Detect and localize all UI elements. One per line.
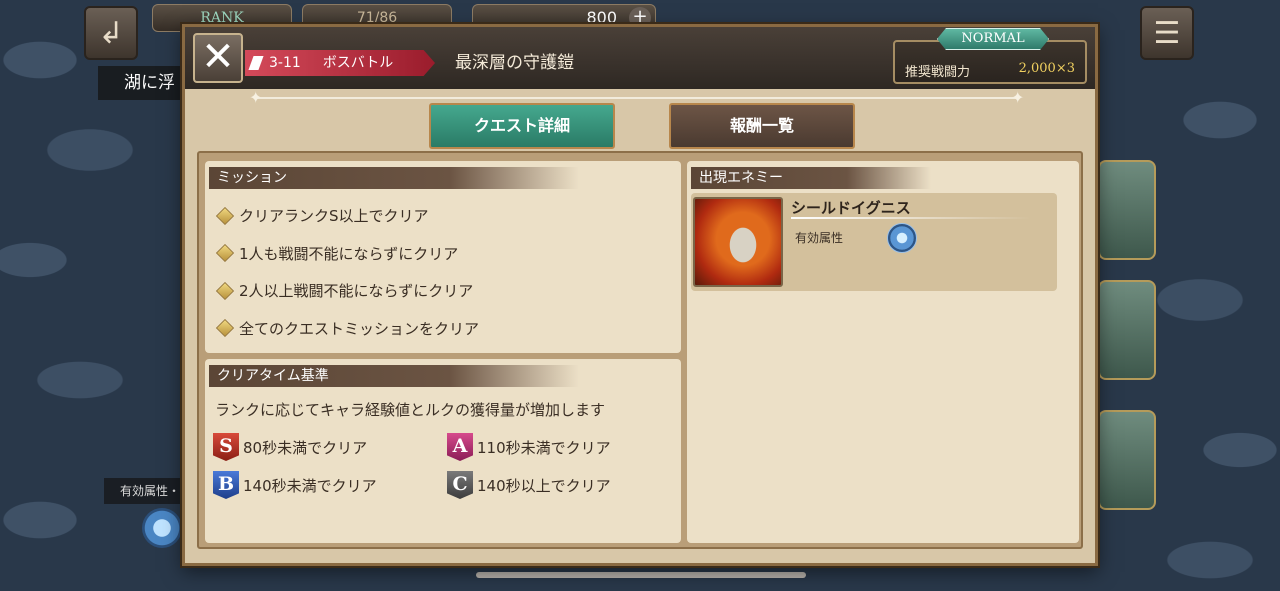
stage-tag: 3-11 ボスバトル — [245, 50, 435, 76]
dialog-header: ✕ 3-11 ボスバトル 最深層の守護鎧 NORMAL 推奨戦闘力 2,000×… — [185, 27, 1095, 89]
mission-text: 全てのクエストミッションをクリア — [239, 319, 480, 338]
stage-title: 最深層の守護鎧 — [455, 53, 574, 73]
area-name-text: 湖に浮 — [124, 73, 175, 93]
back-button[interactable]: ↲ — [84, 6, 138, 60]
difficulty-badge: NORMAL — [937, 28, 1049, 50]
enemy-panel: 出現エネミー シールドイグニス 有効属性 — [687, 161, 1079, 543]
back-arrow-icon: ↲ — [98, 15, 124, 51]
rank-s-criterion: S 80秒未満でクリア — [213, 433, 367, 461]
close-button[interactable]: ✕ — [193, 33, 243, 83]
side-panel-card[interactable] — [1098, 160, 1156, 260]
right-side-panels — [1098, 100, 1158, 570]
home-indicator[interactable] — [476, 572, 806, 578]
tab-quest-detail[interactable]: クエスト詳細 — [429, 103, 615, 149]
mission-item: 全てのクエストミッションをクリア — [215, 310, 480, 348]
stage-code: 3-11 — [269, 55, 301, 71]
effective-attr-label: 有効属性 — [795, 231, 844, 245]
rank-a-badge-icon: A — [447, 433, 473, 461]
enemy-card[interactable]: シールドイグニス 有効属性 — [691, 193, 1057, 291]
cleartime-panel: クリアタイム基準 ランクに応じてキャラ経験値とルクの獲得量が増加します S 80… — [205, 359, 681, 543]
enemy-name-divider — [791, 217, 1031, 219]
menu-button[interactable]: ☰ — [1140, 6, 1194, 60]
background-attr-text: 有効属性・ — [120, 484, 181, 498]
diamond-icon — [215, 206, 235, 225]
rank-b-text: 140秒未満でクリア — [243, 476, 377, 495]
rank-b-badge-icon: B — [213, 471, 239, 499]
ornament-divider — [257, 97, 1017, 99]
content-frame: ミッション クリアランクS以上でクリア 1人も戦闘不能にならずにクリア 2人以上… — [197, 151, 1083, 549]
enemy-header: 出現エネミー — [691, 167, 931, 189]
mission-text: 2人以上戦闘不能にならずにクリア — [239, 282, 474, 301]
rank-c-criterion: C 140秒以上でクリア — [447, 471, 611, 499]
mission-text: クリアランクS以上でクリア — [239, 207, 429, 226]
rank-a-criterion: A 110秒未満でクリア — [447, 433, 611, 461]
water-element-icon — [887, 223, 917, 253]
background-element-icon — [142, 508, 182, 548]
enemy-name: シールドイグニス — [791, 199, 911, 217]
mission-header: ミッション — [209, 167, 579, 189]
mission-item: クリアランクS以上でクリア — [215, 197, 479, 235]
side-panel-card[interactable] — [1098, 280, 1156, 380]
stage-type: ボスバトル — [322, 55, 394, 71]
cleartime-description: ランクに応じてキャラ経験値とルクの獲得量が増加します — [215, 401, 606, 419]
rank-s-text: 80秒未満でクリア — [243, 438, 368, 457]
enemy-portrait[interactable] — [693, 197, 783, 287]
mission-text: 1人も戦闘不能にならずにクリア — [239, 244, 459, 263]
cleartime-header: クリアタイム基準 — [209, 365, 579, 387]
rank-s-badge-icon: S — [213, 433, 239, 461]
rank-c-badge-icon: C — [447, 471, 473, 499]
side-panel-card[interactable] — [1098, 410, 1156, 510]
mission-panel: ミッション クリアランクS以上でクリア 1人も戦闘不能にならずにクリア 2人以上… — [205, 161, 681, 353]
close-icon: ✕ — [201, 34, 235, 80]
diamond-icon — [215, 281, 235, 300]
diamond-icon — [215, 244, 235, 263]
mission-item: 1人も戦闘不能にならずにクリア — [215, 235, 479, 273]
diamond-icon — [215, 319, 235, 338]
tab-reward-list[interactable]: 報酬一覧 — [669, 103, 855, 149]
mission-item: 2人以上戦闘不能にならずにクリア — [215, 272, 479, 310]
quill-icon — [248, 56, 264, 70]
ornament-right-icon: ✦ — [1011, 88, 1025, 107]
mission-list: クリアランクS以上でクリア 1人も戦闘不能にならずにクリア 2人以上戦闘不能にな… — [215, 197, 480, 348]
quest-detail-dialog: ✕ 3-11 ボスバトル 最深層の守護鎧 NORMAL 推奨戦闘力 2,000×… — [182, 24, 1098, 566]
ornament-left-icon: ✦ — [249, 88, 263, 107]
rank-b-criterion: B 140秒未満でクリア — [213, 471, 377, 499]
hamburger-menu-icon: ☰ — [1153, 15, 1181, 51]
recommended-power-box: NORMAL 推奨戦闘力 2,000×3 — [893, 28, 1087, 84]
power-value: 2,000×3 — [1018, 61, 1075, 76]
rank-c-text: 140秒以上でクリア — [477, 476, 611, 495]
rank-a-text: 110秒未満でクリア — [477, 438, 611, 457]
background-attr-label: 有効属性・ — [104, 478, 194, 504]
power-label: 推奨戦闘力 — [905, 65, 971, 80]
